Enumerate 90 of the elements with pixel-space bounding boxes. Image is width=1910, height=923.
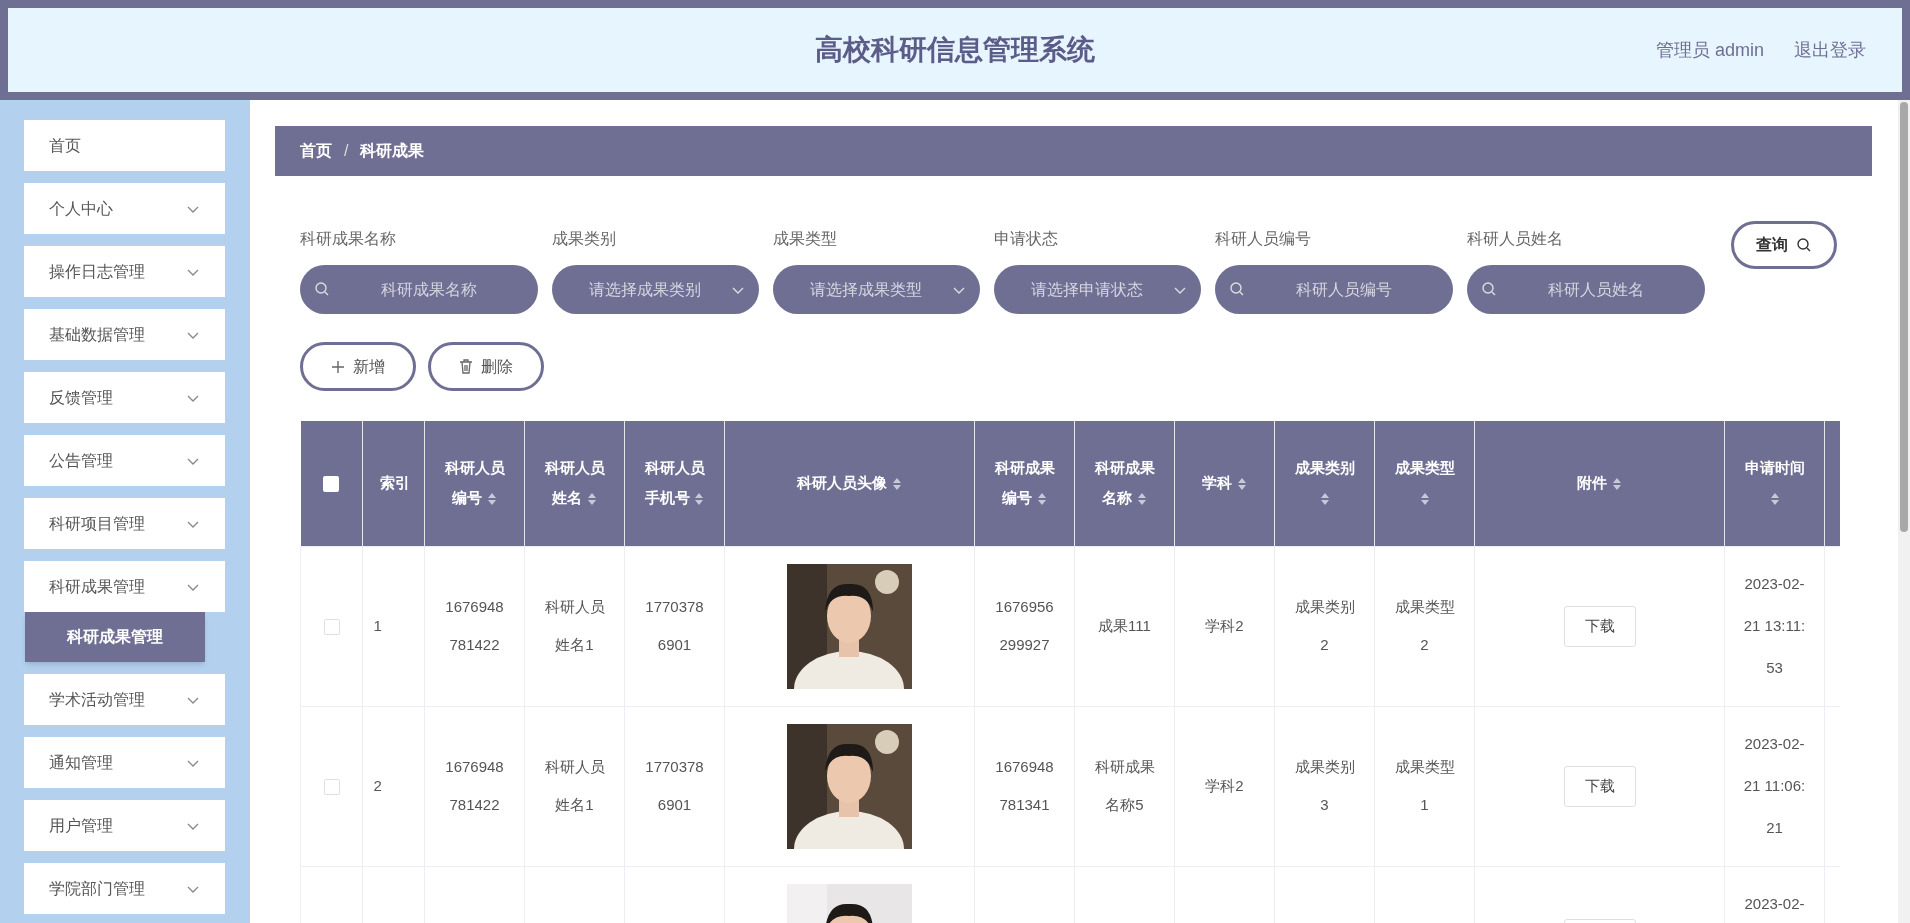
trash-icon: [459, 359, 473, 374]
table-cell-text: 成果111: [1097, 616, 1152, 636]
scrollbar[interactable]: [1898, 100, 1910, 923]
submenu-item[interactable]: 科研成果管理: [25, 612, 205, 662]
sort-icon[interactable]: [1419, 492, 1430, 507]
sidebar-item[interactable]: 科研项目管理: [24, 498, 225, 549]
search-icon: [1481, 281, 1497, 297]
filter-label: 成果类型: [773, 229, 838, 249]
column-header[interactable]: 科研人员头像: [724, 421, 975, 546]
sort-icon[interactable]: [1319, 492, 1330, 507]
sort-icon[interactable]: [1036, 492, 1047, 507]
column-header: 索引: [362, 421, 425, 546]
select-all-checkbox[interactable]: [323, 476, 340, 492]
select-field[interactable]: 请选择成果类别: [552, 265, 759, 314]
row-checkbox[interactable]: [323, 618, 340, 635]
sort-icon[interactable]: [891, 477, 902, 492]
filter-label: 科研人员编号: [1215, 229, 1312, 249]
search-field[interactable]: 科研人员姓名: [1467, 265, 1705, 314]
row-checkbox[interactable]: [323, 778, 340, 795]
table-cell-text: 2023-02-21 13:11:53: [1742, 574, 1807, 678]
delete-button[interactable]: 删除: [428, 342, 544, 391]
sidebar-item[interactable]: 公告管理: [24, 435, 225, 486]
search-field[interactable]: 科研人员编号: [1215, 265, 1453, 314]
sidebar-item[interactable]: 通知管理: [24, 737, 225, 788]
sort-icon[interactable]: [1136, 492, 1147, 507]
table-cell-text: 1676948781422: [444, 757, 505, 815]
sidebar-item[interactable]: 科研成果管理: [24, 561, 225, 612]
search-icon: [1796, 237, 1812, 253]
sidebar-item[interactable]: 用户管理: [24, 800, 225, 851]
column-header[interactable]: 申请时间: [1724, 421, 1825, 546]
sort-icon[interactable]: [1611, 477, 1622, 492]
filter-label: 科研成果名称: [300, 229, 397, 249]
breadcrumb-link[interactable]: 科研成果: [360, 139, 425, 163]
sort-icon[interactable]: [586, 492, 597, 507]
table-cell-text: 17703786901: [644, 757, 705, 815]
sort-icon[interactable]: [694, 492, 705, 507]
breadcrumb-separator: /: [344, 141, 349, 161]
search-field[interactable]: 科研成果名称: [300, 265, 538, 314]
table-cell-text: 科研人员姓名1: [543, 597, 606, 655]
table-cell-text: 成果类型1: [1393, 757, 1456, 815]
sidebar-item[interactable]: 反馈管理: [24, 372, 225, 423]
table-cell-text: 科研人员姓名1: [543, 757, 606, 815]
column-header[interactable]: 科研成果编号: [974, 421, 1075, 546]
sidebar-item[interactable]: 学术活动管理: [24, 674, 225, 725]
table-cell-text: 1676948781341: [994, 757, 1055, 815]
table-cell-text: 2: [373, 776, 383, 796]
select-field[interactable]: 请选择成果类型: [773, 265, 980, 314]
table-cell-text: 2023-02-21 11:06:21: [1742, 734, 1807, 838]
app-title: 高校科研信息管理系统: [815, 33, 1095, 67]
query-button[interactable]: 查询: [1731, 221, 1837, 269]
download-button[interactable]: 下载: [1563, 605, 1636, 647]
sidebar-item[interactable]: 学院部门管理: [24, 863, 225, 914]
sort-icon[interactable]: [1236, 477, 1247, 492]
column-header[interactable]: 附件: [1474, 421, 1725, 546]
table-cell-text: 17703786901: [644, 597, 705, 655]
column-header[interactable]: 学科: [1174, 421, 1275, 546]
logout-link[interactable]: 退出登录: [1794, 36, 1866, 64]
plus-icon: [331, 359, 345, 374]
select-field[interactable]: 请选择申请状态: [994, 265, 1201, 314]
table-cell-text: 2023-02-: [1743, 894, 1806, 914]
breadcrumb-link[interactable]: 首页: [300, 139, 332, 163]
table-cell-text: 成果类别2: [1293, 597, 1356, 655]
search-icon: [1229, 281, 1245, 297]
table-cell-text: 1676948781422: [444, 597, 505, 655]
column-header[interactable]: 科研人员姓名: [524, 421, 625, 546]
sort-icon[interactable]: [486, 492, 497, 507]
table-cell-text: 学科2: [1204, 616, 1245, 636]
table-cell-text: 1676956299927: [994, 597, 1055, 655]
column-header[interactable]: 成果类型: [1374, 421, 1475, 546]
column-header[interactable]: 成果类别: [1274, 421, 1375, 546]
sidebar-item[interactable]: 首页: [24, 120, 225, 171]
table-cell-text: 1: [373, 616, 383, 636]
user-label: 管理员 admin: [1655, 38, 1764, 62]
column-header[interactable]: 科研人员手机号: [624, 421, 725, 546]
table-cell-text: 学科2: [1204, 776, 1245, 796]
table-cell-text: 科研成果名称5: [1093, 757, 1156, 815]
sort-icon[interactable]: [1769, 492, 1780, 507]
sidebar-item[interactable]: 基础数据管理: [24, 309, 225, 360]
sidebar-item[interactable]: 个人中心: [24, 183, 225, 234]
filter-label: 成果类别: [552, 229, 617, 249]
sidebar-item[interactable]: 操作日志管理: [24, 246, 225, 297]
column-header[interactable]: 科研成果名称: [1074, 421, 1175, 546]
filter-label: 申请状态: [994, 229, 1059, 249]
download-button[interactable]: 下载: [1563, 765, 1636, 807]
column-header[interactable]: 科研人员编号: [424, 421, 525, 546]
search-icon: [314, 281, 330, 297]
table-cell-text: 成果类型2: [1393, 597, 1456, 655]
filter-label: 科研人员姓名: [1467, 229, 1564, 249]
add-button[interactable]: 新增: [300, 342, 416, 391]
table-cell-text: 成果类别3: [1293, 757, 1356, 815]
